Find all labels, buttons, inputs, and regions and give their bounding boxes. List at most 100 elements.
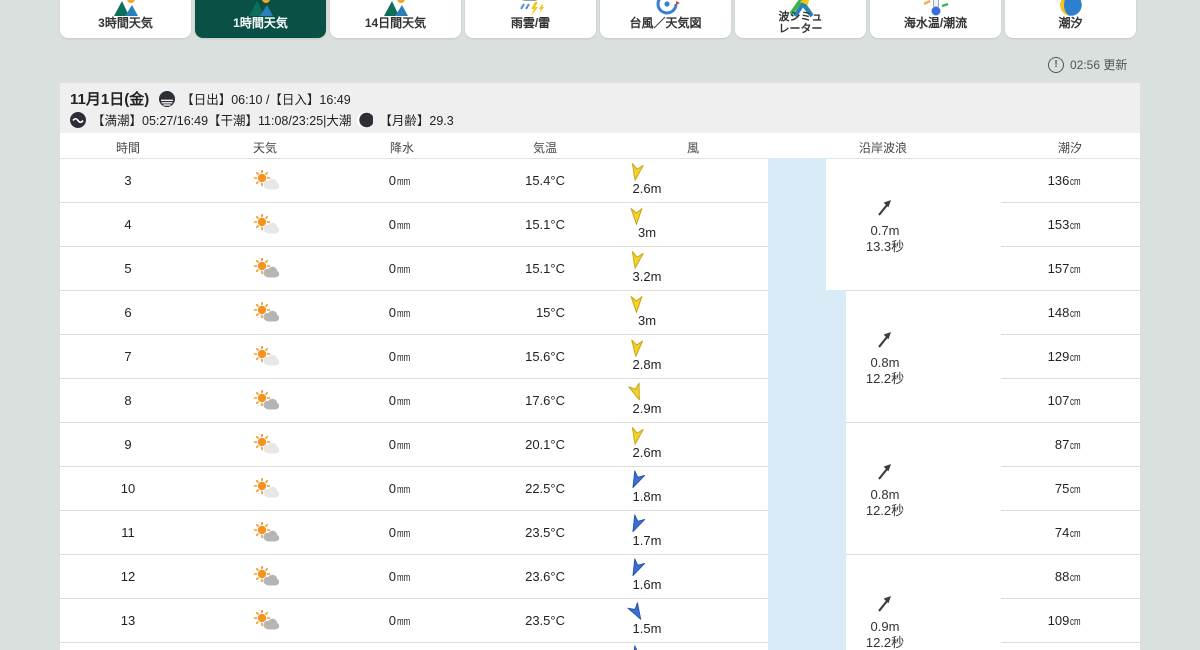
hour-label: 8: [124, 393, 132, 408]
wave-direction-icon: [875, 462, 895, 482]
wave-direction-icon: [875, 330, 895, 350]
tab-label: 海水温/潮流: [903, 16, 968, 30]
tide-value: 153cm: [1047, 217, 1081, 232]
wave-direction-icon: [875, 198, 895, 218]
wind-cell: 2.6m: [570, 159, 710, 203]
temp-value: 15.6°C: [525, 349, 565, 364]
wind-cell: 2.8m: [570, 335, 710, 379]
tide-value: 109cm: [1047, 613, 1081, 628]
wave-info: 0.8m 12.2秒: [820, 462, 950, 519]
tide-value: 107cm: [1047, 393, 1081, 408]
table-row: 9 0mm 20.1°C 2.6m 87cm: [60, 423, 1140, 467]
tab-label: 雨雲/雷: [510, 16, 551, 30]
wind-arrow-icon: [628, 206, 645, 226]
temp-value: 15.1°C: [525, 261, 565, 276]
wave-info: 0.7m 13.3秒: [820, 198, 950, 255]
hour-label: 13: [120, 613, 136, 628]
table-row: 5 0mm 15.1°C 3.2m 157cm: [60, 247, 1140, 291]
wave-height: 0.9m: [870, 619, 900, 634]
temp-value: 15.1°C: [525, 217, 565, 232]
hour-label: 12: [120, 569, 136, 584]
tab-sea-temp-current[interactable]: 海水温/潮流: [870, 0, 1001, 38]
table-row: 13 0mm 23.5°C 1.5m 109cm: [60, 599, 1140, 643]
wind-cell: 2.9m: [570, 379, 710, 423]
wind-speed: 2.9m: [632, 401, 662, 416]
tab-3hour-weather[interactable]: 3時間天気: [60, 0, 191, 38]
wave-period: 12.2秒: [865, 503, 905, 518]
sun-cloud-icon: [250, 610, 280, 632]
tab-typhoon-chart[interactable]: 台風／天気図: [600, 0, 731, 38]
table-row: 12 0mm 23.6°C 1.6m 88cm: [60, 555, 1140, 599]
tide-value: 136cm: [1047, 173, 1081, 188]
wind-speed: 1.5m: [632, 621, 662, 636]
col-header-precip: 降水: [389, 141, 414, 155]
wind-speed: 1.6m: [632, 577, 662, 592]
wave-period: 12.2秒: [865, 371, 905, 386]
wave-height: 0.8m: [870, 355, 900, 370]
wind-arrow-icon: [628, 294, 645, 314]
date-header: 11月1日(金) 【日出】06:10 /【日入】16:49 【満潮】05:27/…: [60, 83, 1140, 133]
wave-height: 0.7m: [870, 223, 900, 238]
wind-cell: 1.7m: [570, 511, 710, 555]
tide-wave-icon: [70, 112, 86, 128]
col-header-time: 時間: [115, 141, 140, 155]
temp-value: 23.6°C: [525, 569, 565, 584]
tide-value: 129cm: [1047, 349, 1081, 364]
tide-value: 157cm: [1047, 261, 1081, 276]
moon-age-text: 【月齢】29.3: [379, 114, 454, 128]
tab-tide[interactable]: 潮汐: [1005, 0, 1136, 38]
wind-speed: 3m: [637, 313, 657, 328]
table-row: 7 0mm 15.6°C 2.8m 129cm: [60, 335, 1140, 379]
hour-label: 4: [124, 217, 132, 232]
tab-label: 潮汐: [1058, 16, 1083, 30]
tide-value: 87cm: [1054, 437, 1081, 452]
wind-cell: 1.8m: [570, 467, 710, 511]
wave-period: 12.2秒: [865, 635, 905, 650]
wind-arrow-icon: [626, 249, 646, 272]
hour-label: 3: [124, 173, 132, 188]
wind-cell: 3m: [570, 291, 710, 335]
wind-speed: 2.6m: [632, 181, 662, 196]
wind-speed: 1.7m: [632, 533, 662, 548]
info-icon: !: [1048, 56, 1064, 73]
wind-cell: 3.2m: [570, 247, 710, 291]
wind-arrow-icon: [626, 425, 646, 448]
temp-value: 23.5°C: [525, 525, 565, 540]
hour-label: 11: [121, 525, 135, 540]
tab-1hour-weather[interactable]: 1時間天気: [195, 0, 326, 38]
table-row: 8 0mm 17.6°C 2.9m 107cm: [60, 379, 1140, 423]
hour-label: 10: [120, 481, 136, 496]
tab-label: 台風／天気図: [629, 16, 702, 30]
wind-cell: 1.5m: [570, 599, 710, 643]
tab-label: 3時間天気: [98, 16, 153, 30]
wave-height-bar: [768, 158, 826, 290]
sun-cloud-icon: [250, 434, 280, 456]
hour-label: 6: [124, 305, 132, 320]
sunrise-sunset-icon: [159, 91, 175, 107]
table-row: 6 0mm 15°C 3m 148cm: [60, 291, 1140, 335]
tab-14day-weather[interactable]: 14日間天気: [330, 0, 461, 38]
table-row: 11 0mm 23.5°C 1.7m 74cm: [60, 511, 1140, 555]
hourly-forecast-table: 時間 天気 降水 気温 風 沿岸波浪 潮汐 3 0mm 15.4°C 2.6m …: [60, 133, 1140, 650]
tab-wave-simulator[interactable]: 波シミュ レーター: [735, 0, 866, 38]
col-header-temp: 気温: [532, 141, 557, 155]
table-row: 4 0mm 15.1°C 3m 153cm: [60, 203, 1140, 247]
date-title: 11月1日(金): [70, 91, 150, 108]
wind-arrow-icon: [626, 161, 646, 184]
wave-info: 0.8m 12.2秒: [820, 330, 950, 387]
wave-period: 13.3秒: [865, 239, 905, 254]
table-row: 3 0mm 15.4°C 2.6m 136cm: [60, 159, 1140, 203]
sun-cloud-icon: [250, 170, 280, 192]
sun-cloud-icon: [250, 478, 280, 500]
wave-info: 0.9m 12.2秒: [820, 594, 950, 650]
wind-speed: 2.6m: [632, 445, 662, 460]
wind-speed: 3.2m: [632, 269, 662, 284]
wind-cell: 3m: [570, 203, 710, 247]
sun-cloud-icon: [250, 390, 280, 412]
tab-rain-radar[interactable]: 雨雲/雷: [465, 0, 596, 38]
wind-arrow-icon: [625, 642, 649, 650]
wind-cell: 1.6m: [570, 555, 710, 599]
table-row: 10 0mm 22.5°C 1.8m 75cm: [60, 467, 1140, 511]
moon-phase-icon: [357, 112, 373, 128]
tide-times-text: 【満潮】05:27/16:49【干潮】11:08/23:25|大潮: [92, 114, 352, 128]
